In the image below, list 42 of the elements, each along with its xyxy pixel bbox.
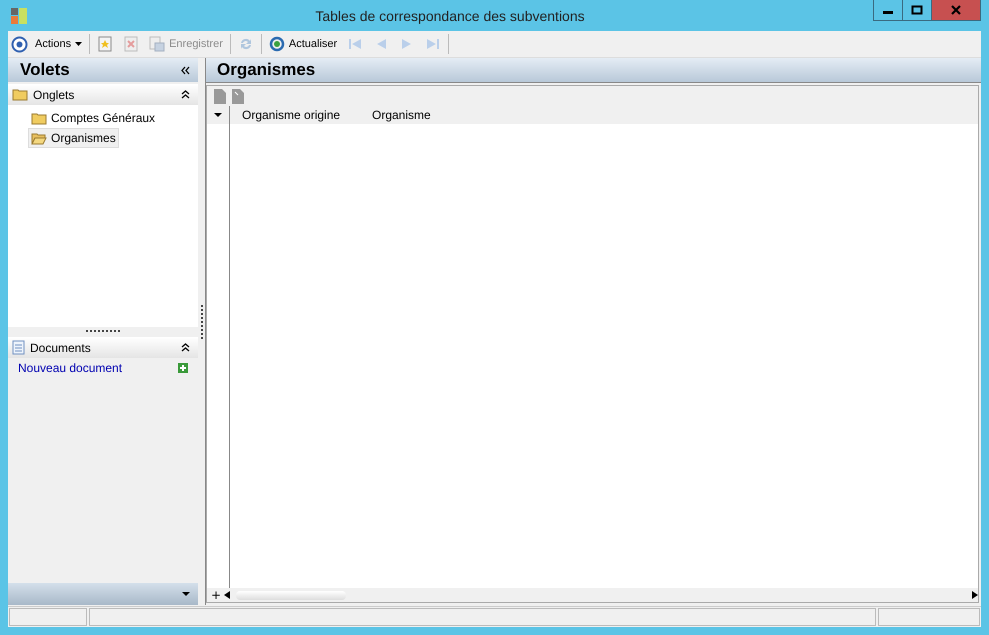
app-icon — [11, 8, 27, 24]
caret-icon[interactable] — [182, 592, 190, 596]
maximize-icon — [911, 5, 923, 15]
section-title: Onglets — [33, 88, 76, 102]
content-title: Organismes — [217, 60, 316, 80]
section-title: Documents — [30, 340, 92, 354]
section-header[interactable]: Documents — [8, 337, 198, 358]
column-header[interactable]: Organisme origine — [230, 108, 360, 122]
caret-icon — [75, 42, 82, 46]
save-icon — [149, 36, 166, 52]
caret-icon[interactable] — [214, 113, 222, 117]
tree-item[interactable]: Comptes Généraux — [28, 108, 158, 128]
add-icon[interactable] — [178, 363, 188, 373]
folder-icon — [31, 112, 47, 124]
page-icon[interactable] — [214, 88, 226, 104]
folder-icon — [12, 88, 28, 101]
close-button[interactable] — [931, 0, 980, 20]
panel-title: Volets — [20, 60, 70, 80]
delete-icon — [123, 36, 140, 52]
section-header[interactable]: Onglets — [8, 84, 198, 105]
toolbar-button[interactable]: Actualiser — [266, 34, 340, 54]
close-icon — [950, 5, 962, 15]
new-document-link[interactable]: Nouveau document — [18, 361, 122, 375]
collapse-icon[interactable] — [181, 66, 190, 74]
page-icon[interactable] — [232, 88, 244, 104]
horizontal-scrollbar[interactable] — [224, 589, 978, 601]
add-row-button[interactable]: + — [211, 588, 222, 602]
collapse-icon[interactable] — [181, 90, 190, 99]
first-page-icon — [347, 36, 364, 52]
star-page-icon — [97, 36, 114, 52]
tree-item[interactable]: Organismes — [28, 128, 119, 148]
window-title: Tables de correspondance des subventions — [314, 8, 586, 24]
actions-menu[interactable]: Actions — [32, 36, 86, 52]
column-header[interactable]: Organisme — [360, 108, 490, 122]
target-icon[interactable] — [11, 36, 28, 52]
document-icon — [12, 340, 25, 355]
collapse-icon[interactable] — [181, 343, 190, 352]
scroll-right-icon[interactable] — [972, 591, 978, 599]
last-page-icon — [425, 36, 442, 52]
scroll-left-icon[interactable] — [224, 591, 230, 599]
refresh-icon — [268, 36, 285, 52]
folder-icon — [31, 132, 47, 144]
